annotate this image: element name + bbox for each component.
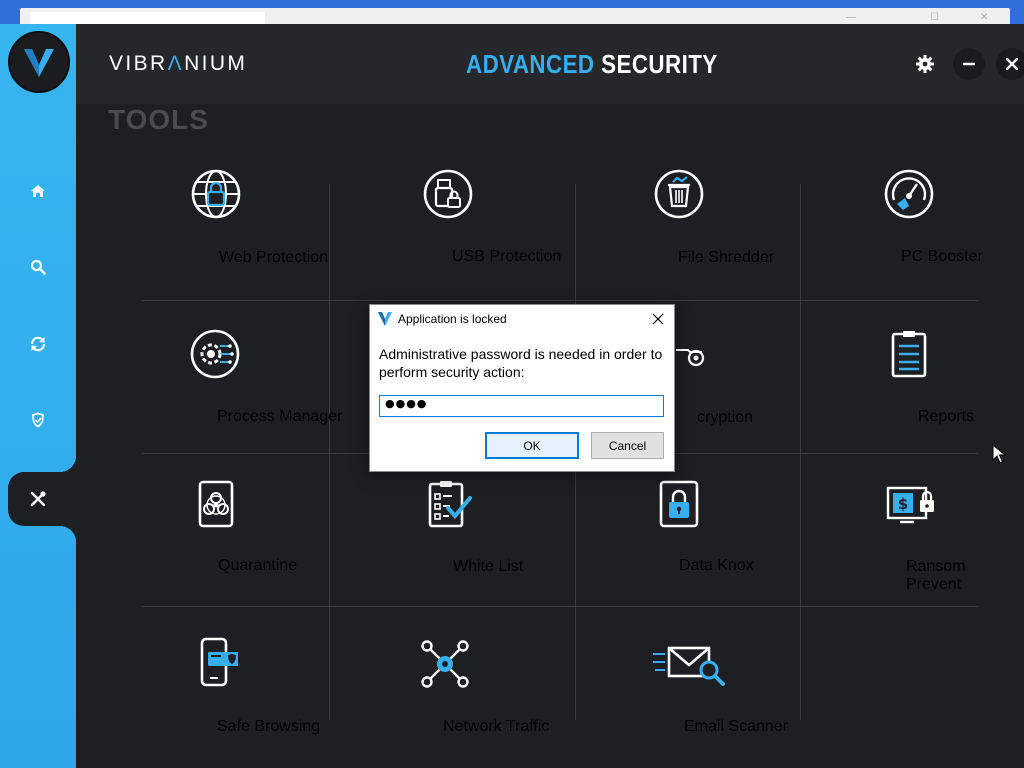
tool-label: USB Protection xyxy=(452,248,562,265)
cancel-button[interactable]: Cancel xyxy=(591,432,664,459)
dialog-message: Administrative password is needed in ord… xyxy=(379,346,663,380)
tool-label: Safe Browsing xyxy=(217,718,321,735)
background-maximize-icon: ☐ xyxy=(930,12,939,23)
locked-dialog: Application is locked Administrative pas… xyxy=(369,304,675,472)
speedometer-icon xyxy=(883,168,935,220)
sidebar xyxy=(0,24,76,768)
close-icon xyxy=(652,313,664,325)
sidebar-item-protection[interactable] xyxy=(24,406,52,434)
tool-label: Reports xyxy=(918,408,975,425)
usb-lock-icon xyxy=(422,168,474,220)
tool-label: White List xyxy=(453,558,524,575)
tool-label: Process Manager xyxy=(217,408,343,425)
ok-button[interactable]: OK xyxy=(485,432,579,459)
grid-divider xyxy=(142,606,978,607)
grid-divider xyxy=(142,300,978,301)
lock-box-icon xyxy=(653,478,705,530)
tool-label: Quarantine xyxy=(218,557,298,574)
tool-label: Ransom Prevent xyxy=(906,558,966,593)
phone-shield-icon xyxy=(190,636,242,688)
tool-label: Data Knox xyxy=(679,557,754,574)
tool-label: cryption xyxy=(697,409,754,426)
app-logo xyxy=(8,31,70,93)
background-minimize-icon: — xyxy=(846,12,856,23)
tool-label: PC Booster xyxy=(901,248,983,265)
encryption-icon xyxy=(668,330,720,382)
svg-text:$: $ xyxy=(898,495,908,513)
sidebar-item-home[interactable] xyxy=(24,177,52,205)
dialog-close-button[interactable] xyxy=(648,309,668,329)
shredder-icon xyxy=(653,168,705,220)
tool-label: Email Scanner xyxy=(684,718,789,735)
grid-divider xyxy=(800,184,801,720)
home-icon xyxy=(31,185,45,197)
globe-lock-icon xyxy=(190,168,242,220)
refresh-icon xyxy=(30,336,46,352)
ransom-monitor-icon: $ xyxy=(886,478,942,530)
password-input[interactable]: ●●●● xyxy=(379,395,664,417)
close-button[interactable] xyxy=(996,48,1024,80)
app-header: VIBRΛNIUM ADVANCED SECURITY xyxy=(76,24,1024,104)
background-close-icon: ✕ xyxy=(980,12,989,23)
sidebar-item-tools[interactable] xyxy=(24,485,52,513)
settings-button[interactable] xyxy=(909,48,941,80)
dialog-title: Application is locked xyxy=(398,312,507,326)
app-logo-icon xyxy=(378,312,392,326)
mouse-cursor-icon xyxy=(992,444,1006,464)
process-gear-icon xyxy=(189,328,241,380)
search-icon xyxy=(30,259,46,275)
tools-icon xyxy=(30,491,46,507)
tool-label: Network Traffic xyxy=(443,718,550,735)
close-icon xyxy=(1005,57,1019,71)
desktop-background: — ☐ ✕ xyxy=(0,0,1024,24)
gear-icon xyxy=(916,55,934,73)
app-title: ADVANCED SECURITY xyxy=(466,49,718,79)
sidebar-item-update[interactable] xyxy=(24,330,52,358)
background-window-tab xyxy=(30,12,265,24)
brand-name: VIBRΛNIUM xyxy=(109,52,248,75)
section-title: TOOLS xyxy=(108,104,209,135)
network-nodes-icon xyxy=(419,638,471,690)
tool-label: File Shredder xyxy=(678,249,775,266)
email-search-icon xyxy=(653,638,729,690)
minimize-icon xyxy=(962,62,976,66)
biohazard-icon xyxy=(190,478,242,530)
tool-label: Web Protection xyxy=(219,249,329,266)
clipboard-icon xyxy=(883,328,935,380)
shield-icon xyxy=(32,412,44,428)
checklist-icon xyxy=(422,478,474,530)
minimize-button[interactable] xyxy=(953,48,985,80)
grid-divider xyxy=(329,184,330,720)
sidebar-item-scan[interactable] xyxy=(24,253,52,281)
